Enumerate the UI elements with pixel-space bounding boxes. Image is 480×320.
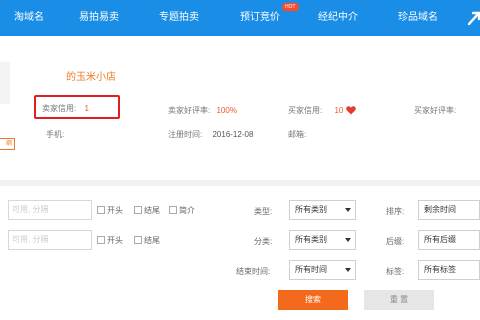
tag-select[interactable]: 所有标签 [418,260,480,280]
search-button[interactable]: 搜索 [278,290,348,310]
checkbox-starts-with[interactable]: 开头 [97,205,123,216]
category-select-value: 所有类别 [295,235,327,244]
checkbox-ends-with-2[interactable]: 结尾 [134,235,160,246]
suffix-select-value: 所有后缀 [424,235,456,244]
arrow-icon[interactable] [466,9,480,27]
buyer-credit-label: 买家信用: [288,106,323,115]
register-time-value: 2016-12-08 [212,130,254,139]
email-label: 邮箱: [288,130,307,139]
tag-label: 标签: [386,267,405,276]
seller-rating-label: 卖家好评率: [168,106,211,115]
checkbox-box[interactable] [134,206,142,214]
seller-rating-value: 100% [216,106,237,115]
seller-credit-label: 卖家信用: [42,104,77,113]
sort-select-value: 剩余时间 [424,205,456,214]
phone-label: 手机: [46,130,65,139]
suffix-select[interactable]: 所有后缀 [418,230,480,250]
buyer-credit-value: 10 [334,106,344,115]
shop-name[interactable]: 的玉米小店 [66,68,116,83]
end-time-select-value: 所有时间 [295,265,327,274]
top-nav: 淘域名 易拍易卖 专题拍卖 预订竞价 HOT 经纪中介 珍品域名 [0,0,480,36]
sort-select[interactable]: 剩余时间 [418,200,480,220]
checkbox-box[interactable] [97,236,105,244]
nav-item-zhuanti-paimai[interactable]: 专题拍卖 [159,0,199,36]
seller-tag: 纲 [0,138,15,150]
avatar [0,62,10,104]
end-time-label: 结束时间: [236,267,271,276]
buyer-credit: 买家信用: 10 [288,105,356,116]
checkbox-box[interactable] [97,206,105,214]
email: 邮箱: [288,129,306,140]
nav-item-yipaiyimai[interactable]: 易拍易卖 [79,0,119,36]
caret-down-icon [345,238,351,242]
checkbox-label: 简介 [179,206,195,215]
seller-credit: 卖家信用: 1 [42,103,89,114]
heart-icon [345,106,356,115]
end-time-select[interactable]: 所有时间 [289,260,356,280]
checkbox-intro[interactable]: 简介 [169,205,195,216]
keyword-search-input-2[interactable]: 可用, 分隔 [8,230,92,250]
category-select[interactable]: 所有类别 [289,230,356,250]
checkbox-label: 开头 [107,236,123,245]
type-label: 类型: [254,207,273,216]
hot-badge: HOT [282,3,299,11]
tag-select-value: 所有标签 [424,265,456,274]
checkbox-ends-with[interactable]: 结尾 [134,205,160,216]
nav-item-zhenpin-yuming[interactable]: 珍品域名 [398,0,438,36]
section-divider [0,180,480,186]
seller-rating: 卖家好评率: 100% [168,105,237,116]
type-select[interactable]: 所有类别 [289,200,356,220]
register-time: 注册时间: 2016-12-08 [168,129,253,140]
sort-label: 排序: [386,207,405,216]
category-label: 分类: [254,237,273,246]
suffix-label: 后缀: [386,237,405,246]
checkbox-label: 结尾 [144,206,160,215]
reset-button[interactable]: 重 置 [364,290,434,310]
buyer-rating: 买家好评率: [414,105,456,116]
caret-down-icon [345,268,351,272]
checkbox-starts-with-2[interactable]: 开头 [97,235,123,246]
phone: 手机: [46,129,64,140]
keyword-search-input[interactable]: 可用, 分隔 [8,200,92,220]
checkbox-label: 结尾 [144,236,160,245]
nav-item-taoyuming[interactable]: 淘域名 [14,0,44,36]
checkbox-label: 开头 [107,206,123,215]
nav-item-jingji-zhongjie[interactable]: 经纪中介 [318,0,358,36]
buyer-rating-label: 买家好评率: [414,106,457,115]
checkbox-box[interactable] [169,206,177,214]
caret-down-icon [345,208,351,212]
register-time-label: 注册时间: [168,130,203,139]
seller-credit-value: 1 [84,104,89,113]
checkbox-box[interactable] [134,236,142,244]
nav-item-yuding-jingjia[interactable]: 预订竞价 [240,0,280,36]
type-select-value: 所有类别 [295,205,327,214]
